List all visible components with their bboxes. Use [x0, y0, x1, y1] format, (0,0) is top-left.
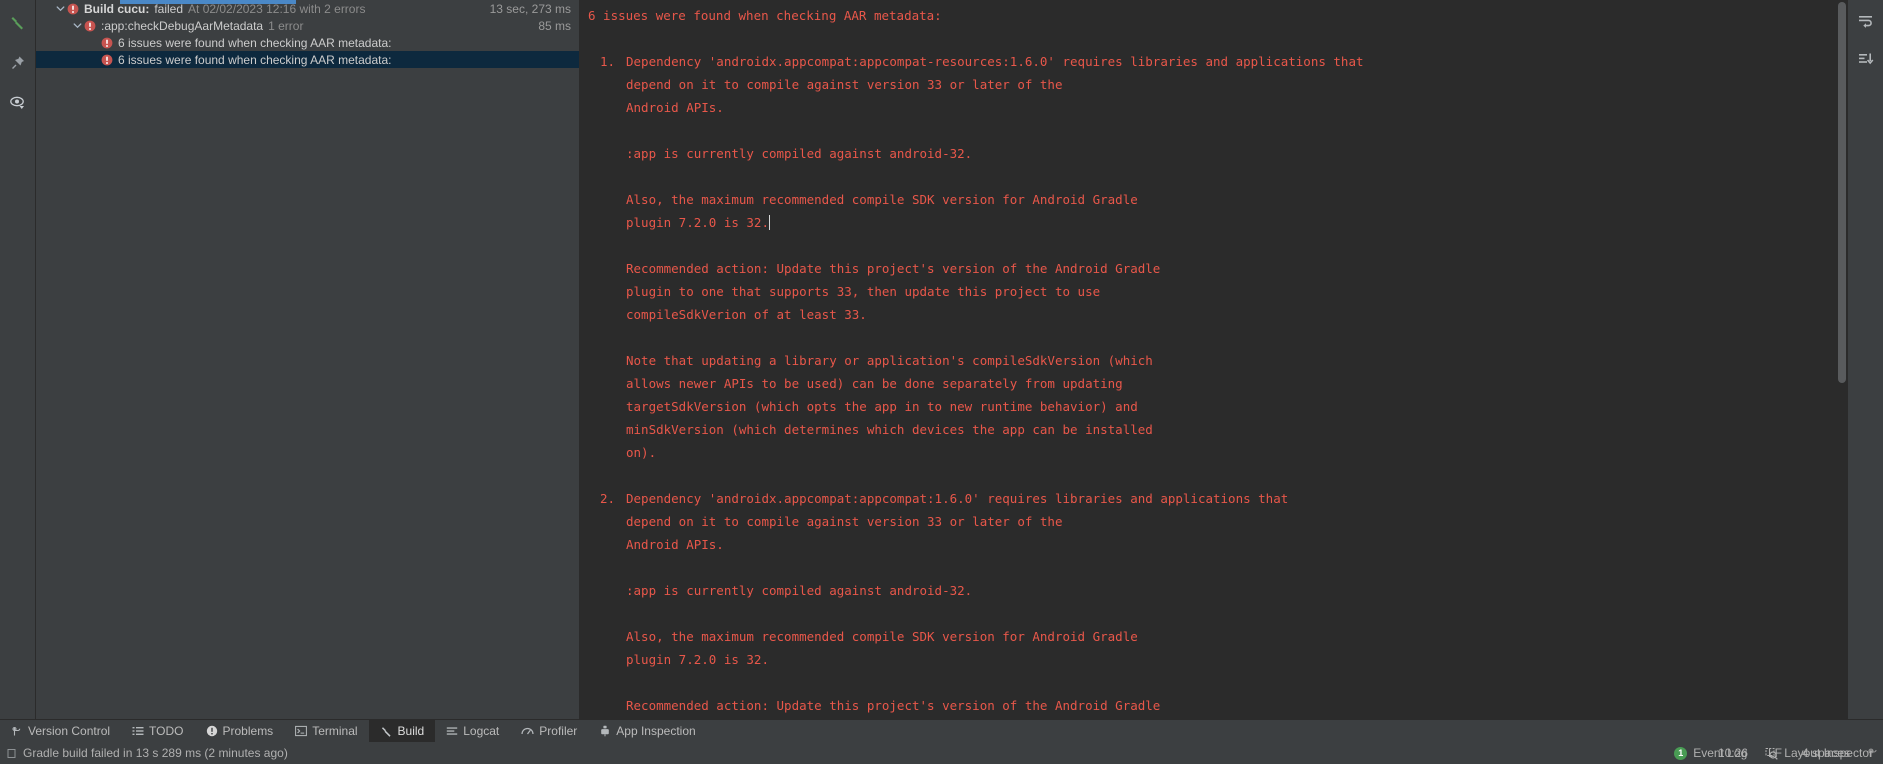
- console-issue-line: on).: [626, 445, 657, 460]
- console-issue-line: Also, the maximum recommended compile SD…: [626, 629, 1138, 644]
- android-studio-build-window: Build cucu: failed At 02/02/2023 12:16 wit…: [0, 0, 1883, 764]
- build-tree-row[interactable]: 6 issues were found when checking AAR me…: [36, 51, 579, 68]
- error-icon: [67, 3, 79, 15]
- tool-window-tab-label: App Inspection: [616, 724, 696, 738]
- console-issue-line: depend on it to compile against version …: [626, 514, 1063, 529]
- build-tree-row[interactable]: Build cucu: failed At 02/02/2023 12:16 wit…: [36, 0, 579, 17]
- console-issue-text: Dependency 'androidx.appcompat:appcompat…: [626, 491, 1289, 506]
- console-issue-line: plugin to one that supports 33, then upd…: [588, 717, 1847, 719]
- console-issue-line: allows newer APIs to be used) can be don…: [626, 376, 1123, 391]
- console-issue-number: 2.: [600, 491, 616, 506]
- console-issue-number: 1.: [600, 54, 616, 69]
- error-icon: [101, 37, 113, 49]
- pin-icon[interactable]: [5, 50, 31, 76]
- console-issue-text: Dependency 'androidx.appcompat:appcompat…: [626, 54, 1364, 69]
- build-hammer-icon[interactable]: [5, 10, 31, 36]
- tool-window-tab-label: Build: [397, 724, 425, 738]
- console-issue-line: :app is currently compiled against andro…: [626, 583, 973, 598]
- tool-window-tab-profiler[interactable]: Profiler: [510, 720, 588, 742]
- tool-window-tab-label: TODO: [149, 724, 184, 738]
- console-issue-line: compileSdkVerion of at least 33.: [626, 307, 867, 322]
- tool-window-tab-logcat[interactable]: Logcat: [435, 720, 510, 742]
- build-tree-row-label: 6 issues were found when checking AAR me…: [118, 36, 392, 50]
- status-message-text: Gradle build failed in 13 s 289 ms (2 mi…: [23, 746, 288, 760]
- console-issue-line: 2. Dependency 'androidx.appcompat:appcomp…: [588, 487, 1847, 510]
- tool-window-tab-label: Profiler: [539, 724, 578, 738]
- branch-icon[interactable]: [1868, 746, 1877, 761]
- clock-time[interactable]: 10:26: [1716, 746, 1750, 760]
- error-icon: [84, 20, 96, 32]
- console-issue-line: depend on it to compile against version …: [626, 77, 1063, 92]
- console-issue-line: Recommended action: Update this project'…: [626, 698, 1161, 713]
- console-header-line: 6 issues were found when checking AAR me…: [588, 8, 942, 23]
- terminal-icon: [295, 725, 308, 737]
- console-issue-line: Android APIs.: [626, 100, 724, 115]
- tool-window-tab-label: Problems: [222, 724, 274, 738]
- build-tree-row-time: 85 ms: [538, 18, 571, 33]
- tree-twisty[interactable]: [71, 21, 84, 30]
- error-icon: [101, 54, 113, 66]
- status-message: Gradle build failed in 13 s 289 ms (2 mi…: [6, 746, 288, 760]
- status-icon: [7, 748, 16, 758]
- console-scrollbar-thumb[interactable]: [1838, 2, 1846, 384]
- console-issue-line: 1. Dependency 'androidx.appcompat:appcomp…: [588, 50, 1847, 73]
- console-issue-line: targetSdkVersion (which opts the app in …: [626, 399, 1138, 414]
- build-tree-row[interactable]: :app:checkDebugAarMetadata 1 error 85 ms: [36, 17, 579, 34]
- build-tree-row-detail: 1 error: [268, 18, 304, 33]
- tool-window-bar: Version Control TODO Problems Terminal Build…: [0, 719, 1883, 742]
- left-toolbar-rail: [0, 0, 36, 719]
- line-separator[interactable]: LF: [1766, 746, 1784, 760]
- list-icon: [132, 725, 144, 737]
- build-tree-row-title: 6 issues were found when checking AAR me…: [118, 52, 392, 67]
- tool-window-tab-app-inspection[interactable]: App Inspection: [588, 720, 706, 742]
- tool-window-tab-label: Version Control: [28, 724, 111, 738]
- warning-icon: [206, 725, 218, 737]
- console-issue-line: plugin 7.2.0 is 32.: [626, 215, 770, 230]
- build-output-console[interactable]: 6 issues were found when checking AAR me…: [580, 0, 1847, 719]
- inspection-icon: [599, 725, 611, 737]
- build-hammer-icon: [380, 725, 393, 738]
- tool-window-tab-label: Logcat: [463, 724, 500, 738]
- tree-twisty[interactable]: [54, 4, 67, 13]
- logcat-icon: [446, 725, 458, 737]
- profiler-icon: [521, 725, 534, 737]
- right-toolbar-rail: [1847, 0, 1883, 719]
- status-bar-editor-info: 10:26 LF 4 spaces: [1716, 742, 1877, 764]
- tool-window-tab-terminal[interactable]: Terminal: [284, 720, 368, 742]
- console-issue-line: plugin to one that supports 33, then upd…: [626, 284, 1101, 299]
- console-scrollbar[interactable]: [1836, 0, 1847, 719]
- console-issue-line: Recommended action: Update this project'…: [626, 261, 1161, 276]
- main-body: Build cucu: failed At 02/02/2023 12:16 wit…: [0, 0, 1883, 719]
- indent-setting[interactable]: 4 spaces: [1800, 746, 1852, 760]
- build-tree-row-label: 6 issues were found when checking AAR me…: [118, 53, 392, 67]
- build-tree-row-label: :app:checkDebugAarMetadata 1 error: [101, 19, 303, 33]
- build-tree-panel[interactable]: Build cucu: failed At 02/02/2023 12:16 wit…: [36, 0, 580, 719]
- console-issue-line: minSdkVersion (which determines which de…: [626, 422, 1153, 437]
- status-bar: Gradle build failed in 13 s 289 ms (2 mi…: [0, 742, 1883, 764]
- build-tree-row-title: 6 issues were found when checking AAR me…: [118, 35, 392, 50]
- console-issue-line: Note that updating a library or applicat…: [626, 353, 1153, 368]
- console-issue-line: plugin 7.2.0 is 32.: [626, 652, 769, 667]
- text-caret: [769, 215, 770, 230]
- tool-window-tab-todo[interactable]: TODO: [121, 720, 194, 742]
- console-issue-line: Android APIs.: [626, 537, 724, 552]
- console-issue-line: Also, the maximum recommended compile SD…: [626, 192, 1138, 207]
- console-issue-line: :app is currently compiled against andro…: [626, 146, 973, 161]
- tool-window-tab-version-control[interactable]: Version Control: [0, 720, 121, 742]
- build-tree-row-time: 13 sec, 273 ms: [489, 1, 571, 16]
- eye-settings-icon[interactable]: [5, 90, 31, 116]
- tool-window-tab-label: Terminal: [312, 724, 358, 738]
- tool-window-tab-problems[interactable]: Problems: [195, 720, 285, 742]
- event-log-badge: 1: [1674, 746, 1688, 760]
- active-tab-indicator: [120, 0, 296, 4]
- tool-window-tab-build[interactable]: Build: [368, 720, 436, 742]
- build-tree-row[interactable]: 6 issues were found when checking AAR me…: [36, 34, 579, 51]
- scroll-to-end-icon[interactable]: [1853, 46, 1879, 72]
- build-tree-row-title: :app:checkDebugAarMetadata: [101, 18, 264, 33]
- soft-wrap-icon[interactable]: [1853, 8, 1879, 34]
- console-text[interactable]: 6 issues were found when checking AAR me…: [580, 0, 1847, 719]
- branch-icon: [11, 725, 23, 737]
